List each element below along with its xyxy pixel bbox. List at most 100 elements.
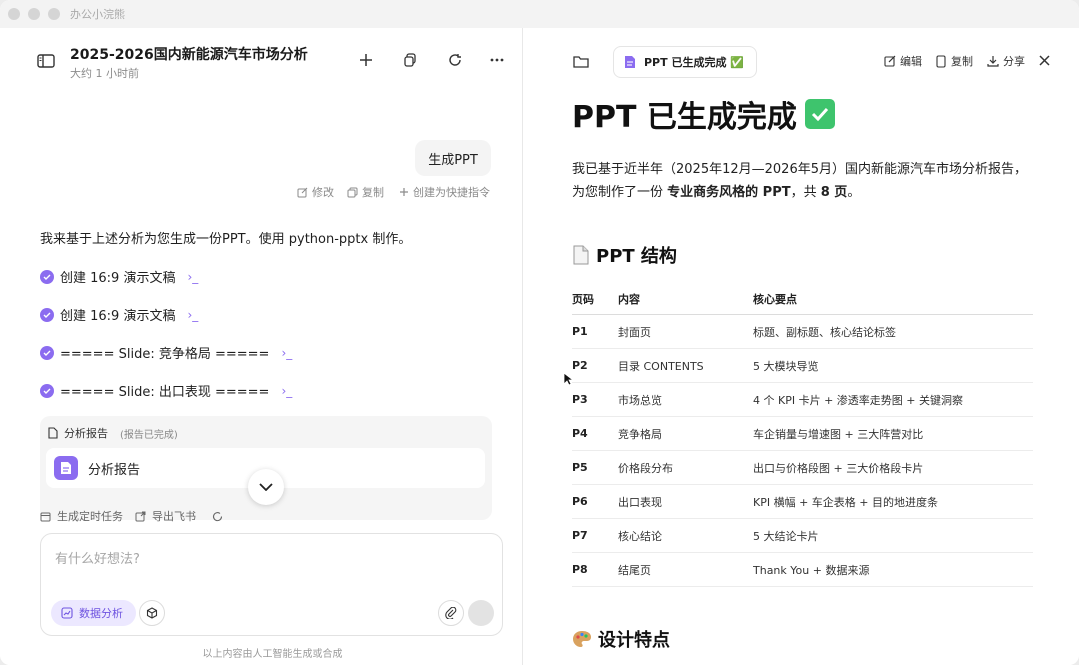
- summary-text: 为您制作了一份: [572, 185, 668, 200]
- edit-label: 修改: [312, 186, 334, 199]
- scroll-down-button[interactable]: [248, 469, 284, 505]
- check-circle-icon: [40, 307, 54, 322]
- assistant-intro: 我来基于上述分析为您生成一份PPT。使用 python-pptx 制作。: [40, 232, 412, 247]
- calendar-icon: [40, 512, 51, 521]
- table-row: P1 封面页 标题、副标题、核心结论标签: [572, 315, 1033, 349]
- heading-text: PPT 已生成完成: [572, 100, 797, 135]
- attach-button[interactable]: [438, 600, 464, 626]
- cell-content: 出口表现: [618, 495, 662, 509]
- step-item[interactable]: 创建 16:9 演示文稿 ›_: [40, 267, 198, 286]
- refresh-icon[interactable]: [212, 511, 223, 522]
- palette-icon: [573, 631, 591, 647]
- edit-message-button[interactable]: 修改: [297, 184, 334, 200]
- cell-page: P8: [572, 563, 588, 576]
- history-icon[interactable]: [445, 50, 465, 70]
- copy-icon: [936, 54, 946, 68]
- section-title: PPT 结构: [596, 246, 677, 267]
- step-label: ===== Slide: 竞争格局 =====: [60, 347, 270, 362]
- copy-message-button[interactable]: 复制: [347, 184, 384, 200]
- copy-button[interactable]: 复制: [935, 53, 973, 69]
- create-shortcut-button[interactable]: 创建为快捷指令: [399, 184, 490, 200]
- step-item[interactable]: ===== Slide: 出口表现 ===== ›_: [40, 381, 292, 400]
- edit-icon: [297, 187, 308, 197]
- cube-tool-button[interactable]: [139, 600, 165, 626]
- plus-icon: [400, 188, 408, 196]
- copy-link-icon[interactable]: [400, 50, 420, 70]
- cell-points: 出口与价格段图 + 三大价格段卡片: [753, 461, 924, 475]
- chat-input[interactable]: 有什么好想法? 数据分析: [40, 533, 503, 636]
- folder-icon[interactable]: [571, 52, 591, 70]
- terminal-chevron-icon: ›_: [281, 383, 293, 398]
- document-icon: [54, 456, 78, 480]
- table-row: P3 市场总览 4 个 KPI 卡片 + 渗透率走势图 + 关键洞察: [572, 383, 1033, 417]
- step-item[interactable]: ===== Slide: 竞争格局 ===== ›_: [40, 343, 292, 362]
- check-circle-icon: [40, 269, 54, 284]
- app-window: 办公小浣熊 2025-2026国内新能源汽车市场分析 大约 1 小时前 生成PP…: [0, 0, 1079, 665]
- schedule-task-button[interactable]: 生成定时任务: [57, 508, 123, 524]
- cell-page: P7: [572, 529, 588, 542]
- minimize-window-button[interactable]: [28, 8, 40, 20]
- more-icon[interactable]: [487, 50, 507, 70]
- chevron-down-icon: [259, 483, 273, 491]
- header-points: 核心要点: [753, 292, 797, 306]
- summary-bold: 专业商务风格的 PPT: [667, 185, 791, 200]
- document-icon: [625, 56, 635, 68]
- close-window-button[interactable]: [8, 8, 20, 20]
- send-button[interactable]: [468, 600, 494, 626]
- report-title: 分析报告: [64, 427, 108, 440]
- section-design-heading: 设计特点: [572, 626, 670, 652]
- report-header: 分析报告 (报告已完成): [48, 425, 178, 441]
- ai-disclaimer: 以上内容由人工智能生成或合成: [202, 649, 343, 660]
- chat-pane: 2025-2026国内新能源汽车市场分析 大约 1 小时前 生成PPT 修改 复…: [0, 28, 522, 665]
- structure-table: 页码 内容 核心要点 P1 封面页 标题、副标题、核心结论标签 P2 目录 CONTE…: [572, 283, 1033, 587]
- cube-icon: [146, 607, 158, 619]
- cell-content: 价格段分布: [618, 461, 673, 475]
- sidebar-toggle-icon[interactable]: [36, 52, 56, 70]
- cell-page: P1: [572, 325, 588, 338]
- tab-ppt-complete[interactable]: PPT 已生成完成 ✅: [613, 46, 757, 78]
- close-icon[interactable]: [1037, 53, 1051, 67]
- report-status: (报告已完成): [120, 429, 178, 441]
- chart-icon: [61, 607, 73, 619]
- check-circle-icon: [40, 383, 54, 398]
- report-file-name: 分析报告: [88, 462, 141, 478]
- cell-points: Thank You + 数据来源: [753, 563, 870, 577]
- header-page: 页码: [572, 292, 594, 306]
- section-title: 设计特点: [598, 630, 670, 651]
- step-label: ===== Slide: 出口表现 =====: [60, 385, 270, 400]
- terminal-chevron-icon: ›_: [281, 345, 293, 360]
- zoom-window-button[interactable]: [48, 8, 60, 20]
- header-content: 内容: [618, 292, 640, 306]
- table-row: P8 结尾页 Thank You + 数据来源: [572, 553, 1033, 587]
- new-chat-icon[interactable]: [356, 50, 376, 70]
- terminal-chevron-icon: ›_: [187, 269, 199, 284]
- export-feishu-button[interactable]: 导出飞书: [152, 508, 196, 524]
- table-row: P7 核心结论 5 大结论卡片: [572, 519, 1033, 553]
- copy-icon: [347, 187, 358, 197]
- tab-label: PPT 已生成完成 ✅: [644, 56, 744, 69]
- mouse-cursor-icon: [563, 372, 573, 386]
- copy-label: 复制: [362, 186, 384, 199]
- table-row: P2 目录 CONTENTS 5 大模块导览: [572, 349, 1033, 383]
- step-item[interactable]: 创建 16:9 演示文稿 ›_: [40, 305, 198, 324]
- export-icon: [135, 511, 146, 521]
- terminal-chevron-icon: ›_: [187, 307, 199, 322]
- edit-icon: [884, 55, 896, 67]
- section-structure-heading: PPT 结构: [572, 242, 677, 268]
- summary-text: ，共: [790, 185, 821, 200]
- summary-bold: 8 页: [820, 185, 848, 200]
- copy-label: 复制: [951, 55, 973, 68]
- data-analysis-chip[interactable]: 数据分析: [51, 600, 136, 626]
- share-label: 分享: [1003, 55, 1025, 68]
- edit-button[interactable]: 编辑: [884, 53, 922, 69]
- table-header: 页码 内容 核心要点: [572, 283, 1033, 315]
- step-label: 创建 16:9 演示文稿: [60, 271, 176, 286]
- input-placeholder: 有什么好想法?: [55, 552, 140, 567]
- cell-content: 核心结论: [618, 529, 662, 543]
- share-button[interactable]: 分享: [987, 53, 1025, 69]
- footer-actions: 生成定时任务 导出飞书: [40, 508, 223, 524]
- title-bar: 办公小浣熊: [0, 0, 1079, 28]
- cell-points: 标题、副标题、核心结论标签: [753, 325, 896, 339]
- cell-page: P4: [572, 427, 588, 440]
- document-heading: PPT 已生成完成: [572, 92, 835, 136]
